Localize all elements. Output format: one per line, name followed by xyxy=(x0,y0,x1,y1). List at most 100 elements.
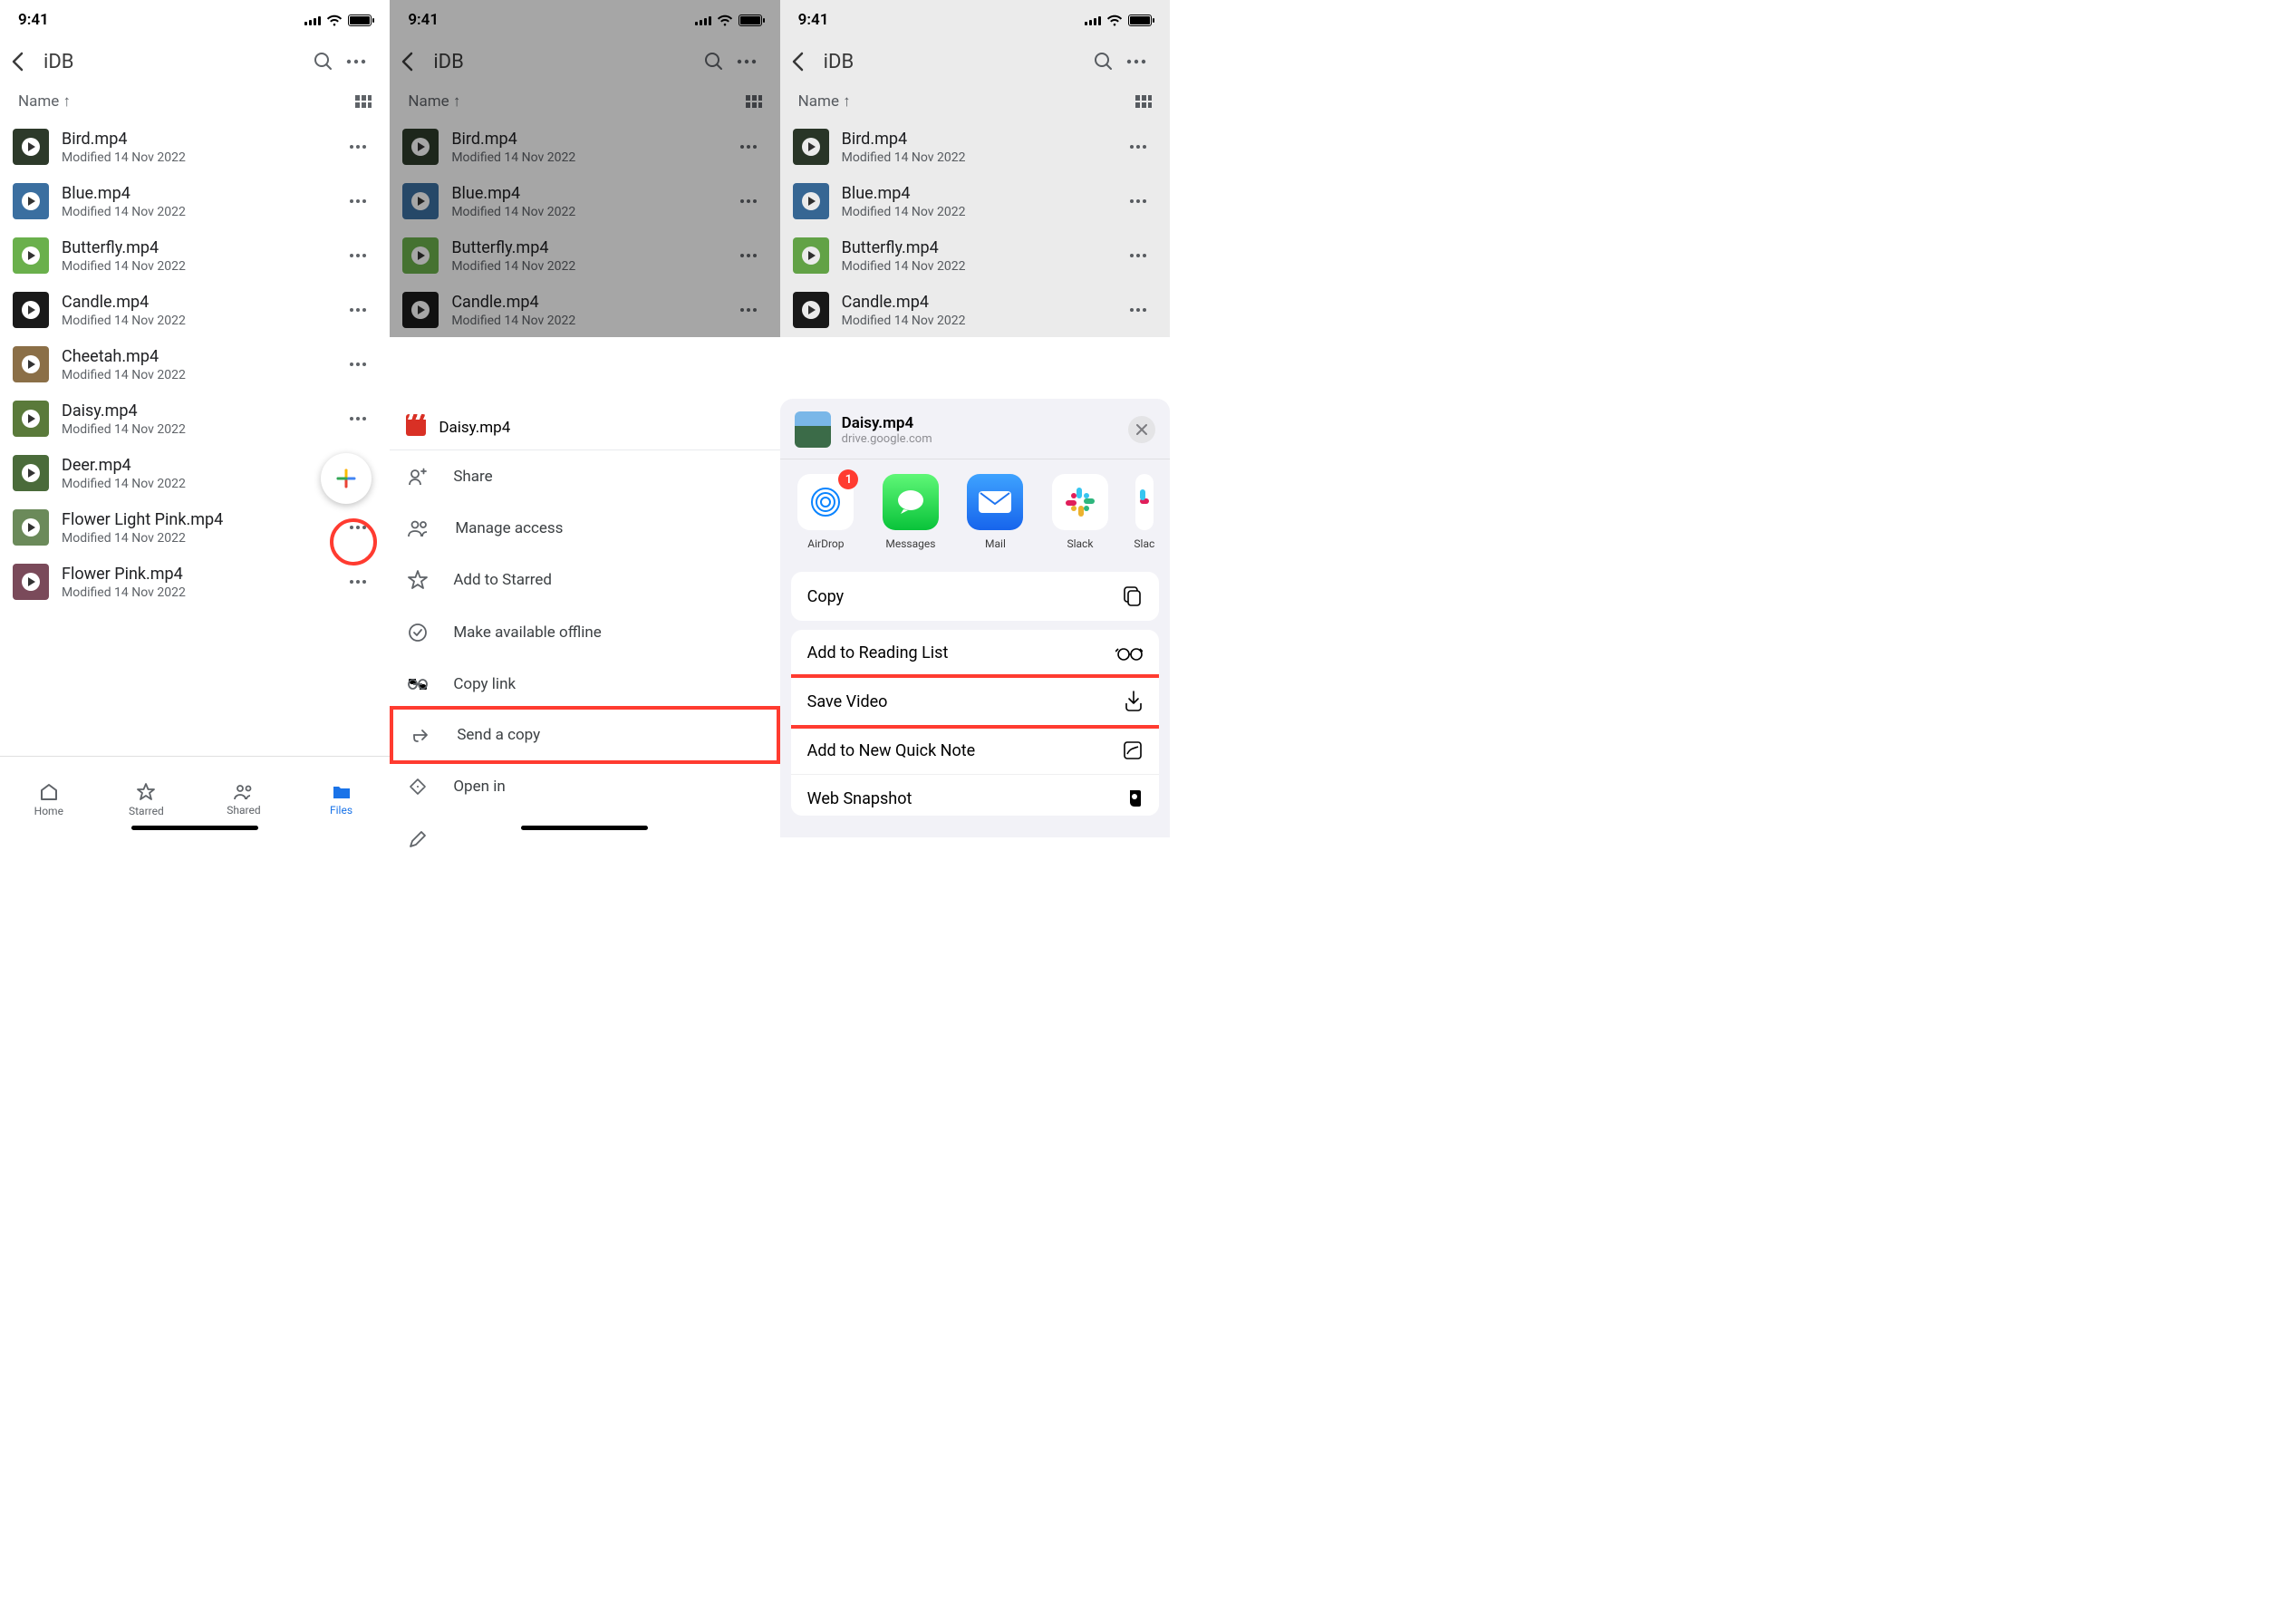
file-name: Blue.mp4 xyxy=(842,184,1117,203)
share-apps-row[interactable]: 1 AirDrop Messages Mail xyxy=(780,459,1170,561)
view-toggle-button[interactable] xyxy=(1135,95,1152,108)
menu-share-label: Share xyxy=(453,468,492,486)
file-name: Deer.mp4 xyxy=(62,456,337,475)
file-more-button[interactable] xyxy=(1130,145,1157,149)
sort-button[interactable]: Name ↑ xyxy=(408,92,460,111)
file-row[interactable]: Blue.mp4 Modified 14 Nov 2022 xyxy=(780,174,1170,228)
file-more-button[interactable] xyxy=(740,145,768,149)
play-icon xyxy=(411,192,430,210)
menu-extra[interactable] xyxy=(390,813,779,853)
fab-new-button[interactable] xyxy=(321,453,372,504)
home-indicator[interactable] xyxy=(521,826,648,830)
file-more-button[interactable] xyxy=(1130,199,1157,203)
pencil-icon xyxy=(408,829,428,849)
file-row[interactable]: Candle.mp4Modified 14 Nov 2022 xyxy=(0,283,390,337)
file-more-button[interactable] xyxy=(740,308,768,312)
home-indicator[interactable] xyxy=(131,826,258,830)
file-text: Butterfly.mp4Modified 14 Nov 2022 xyxy=(451,238,727,274)
status-time: 9:41 xyxy=(18,11,49,29)
menu-link-label: Copy link xyxy=(453,675,516,693)
file-row[interactable]: Butterfly.mp4Modified 14 Nov 2022 xyxy=(390,228,779,283)
screen-drive-menu: 9:41 iDB Name ↑ Bird.mp4Modified 14 Nov … xyxy=(390,0,779,837)
menu-send-copy[interactable]: Send a copy xyxy=(390,706,779,764)
action-save-video[interactable]: Save Video xyxy=(791,676,1159,726)
menu-add-starred[interactable]: Add to Starred xyxy=(390,554,779,606)
video-thumbnail xyxy=(402,129,439,165)
file-more-button[interactable] xyxy=(350,362,377,366)
action-copy[interactable]: Copy xyxy=(791,572,1159,621)
open-in-icon xyxy=(408,777,428,797)
back-button[interactable] xyxy=(791,52,816,72)
tab-files[interactable]: Files xyxy=(293,757,391,837)
file-row[interactable]: Bird.mp4Modified 14 Nov 2022 xyxy=(0,120,390,174)
action-quick-note[interactable]: Add to New Quick Note xyxy=(791,726,1159,774)
file-more-button[interactable] xyxy=(350,580,377,584)
app-mail[interactable]: Mail xyxy=(962,474,1029,550)
file-row[interactable]: Bird.mp4Modified 14 Nov 2022 xyxy=(390,120,779,174)
menu-manage-label: Manage access xyxy=(455,519,563,537)
file-row[interactable]: Blue.mp4Modified 14 Nov 2022 xyxy=(0,174,390,228)
video-thumbnail xyxy=(13,237,49,274)
share-source: drive.google.com xyxy=(842,432,932,446)
file-row[interactable]: Candle.mp4Modified 14 Nov 2022 xyxy=(780,283,1170,337)
sort-row: Name ↑ xyxy=(780,87,1170,120)
file-more-button[interactable] xyxy=(350,308,377,312)
menu-manage-access[interactable]: Manage access xyxy=(390,503,779,554)
play-icon xyxy=(22,355,40,373)
overflow-button[interactable] xyxy=(737,59,769,64)
tab-starred-label: Starred xyxy=(129,805,164,817)
file-row[interactable]: Butterfly.mp4Modified 14 Nov 2022 xyxy=(780,228,1170,283)
app-slack[interactable]: Slack xyxy=(1047,474,1114,550)
share-file-title: Daisy.mp4 xyxy=(842,414,932,432)
file-row[interactable]: Candle.mp4Modified 14 Nov 2022 xyxy=(390,283,779,337)
action-web-snapshot[interactable]: Web Snapshot xyxy=(791,774,1159,816)
file-row[interactable]: Bird.mp4Modified 14 Nov 2022 xyxy=(780,120,1170,174)
file-more-button[interactable] xyxy=(350,254,377,257)
menu-copy-link[interactable]: Copy link xyxy=(390,659,779,710)
menu-share[interactable]: Share xyxy=(390,450,779,503)
file-more-button[interactable] xyxy=(740,254,768,257)
file-meta: Modified 14 Nov 2022 xyxy=(842,150,1117,165)
file-more-button[interactable] xyxy=(740,199,768,203)
action-reading-list[interactable]: Add to Reading List xyxy=(791,630,1159,676)
menu-offline[interactable]: Make available offline xyxy=(390,606,779,659)
close-button[interactable] xyxy=(1128,416,1155,443)
back-button[interactable] xyxy=(11,52,36,72)
video-thumbnail xyxy=(13,401,49,437)
file-more-button[interactable] xyxy=(1130,254,1157,257)
file-more-button[interactable] xyxy=(350,199,377,203)
overflow-button[interactable] xyxy=(346,59,379,64)
video-thumbnail xyxy=(402,292,439,328)
play-icon xyxy=(802,192,820,210)
app-airdrop[interactable]: 1 AirDrop xyxy=(793,474,860,550)
file-more-button[interactable] xyxy=(1130,308,1157,312)
file-row[interactable]: Flower Pink.mp4Modified 14 Nov 2022 xyxy=(0,555,390,609)
app-messages[interactable]: Messages xyxy=(877,474,944,550)
file-more-button[interactable] xyxy=(350,145,377,149)
file-row[interactable]: Cheetah.mp4Modified 14 Nov 2022 xyxy=(0,337,390,392)
play-icon xyxy=(411,246,430,265)
download-icon xyxy=(1125,691,1143,712)
tab-shared-label: Shared xyxy=(227,804,260,817)
file-more-button[interactable] xyxy=(350,417,377,420)
view-toggle-button[interactable] xyxy=(355,95,372,108)
file-row[interactable]: Blue.mp4Modified 14 Nov 2022 xyxy=(390,174,779,228)
tab-home[interactable]: Home xyxy=(0,757,98,837)
view-toggle-button[interactable] xyxy=(746,95,762,108)
back-button[interactable] xyxy=(401,52,426,72)
app-slack-alt[interactable]: Slac xyxy=(1132,474,1157,550)
file-meta: Modified 14 Nov 2022 xyxy=(842,205,1117,219)
file-row[interactable]: Butterfly.mp4Modified 14 Nov 2022 xyxy=(0,228,390,283)
folder-title: iDB xyxy=(433,51,703,73)
sort-button[interactable]: Name ↑ xyxy=(798,92,851,111)
search-button[interactable] xyxy=(314,52,346,72)
wifi-icon xyxy=(1106,14,1123,26)
overflow-button[interactable] xyxy=(1126,59,1159,64)
offline-icon xyxy=(408,623,428,643)
file-row[interactable]: Daisy.mp4Modified 14 Nov 2022 xyxy=(0,392,390,446)
sort-button[interactable]: Name ↑ xyxy=(18,92,71,111)
search-button[interactable] xyxy=(1094,52,1126,72)
file-text: Flower Pink.mp4Modified 14 Nov 2022 xyxy=(62,565,337,600)
menu-open-in[interactable]: Open in xyxy=(390,760,779,813)
search-button[interactable] xyxy=(704,52,737,72)
